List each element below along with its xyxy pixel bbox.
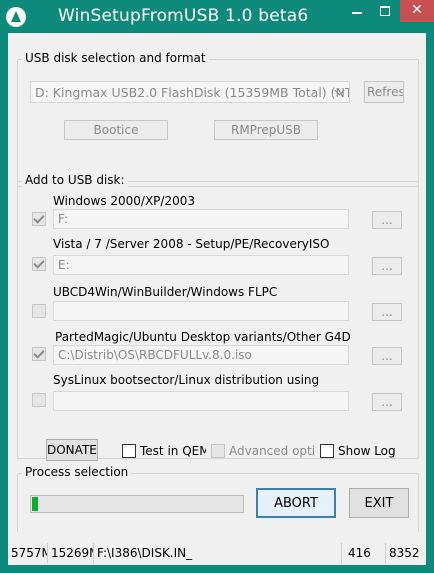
window-title: WinSetupFromUSB 1.0 beta6 [58,6,309,26]
item-vista-browse-button[interactable]: ... [372,257,402,275]
test-qemu-label: Test in QEMU [140,444,206,458]
item-windows-xp-browse-button[interactable]: ... [372,211,402,229]
item-windows-xp-label: Windows 2000/XP/2003 [53,194,196,208]
status-current-file: F:\I386\DISK.IN_ [94,543,342,563]
show-log-label: Show Log [338,444,396,458]
status-free-space: 5757M [8,543,48,563]
status-file-count: 416 [342,543,386,563]
progress-bar [30,495,244,513]
rmprepusb-button[interactable]: RMPrepUSB [214,120,318,140]
item-ubcd4win-checkbox[interactable] [32,304,46,318]
main-panel: USB disk selection and format D: Kingmax… [8,33,426,565]
item-windows-xp-checkbox[interactable] [32,212,46,226]
item-vista-label: Vista / 7 /Server 2008 - Setup/PE/Recove… [53,237,330,251]
status-bar: 5757M 15269M F:\I386\DISK.IN_ 416 8352 [8,541,426,565]
item-syslinux-browse-button[interactable]: ... [372,393,402,411]
close-button[interactable]: ✕ [400,0,434,22]
item-syslinux-label: SysLinux bootsector/Linux distribution u… [53,373,320,387]
usb-disk-group-label: USB disk selection and format [22,51,209,65]
bootice-button[interactable]: Bootice [64,120,168,140]
status-total-count: 8352 [389,546,420,560]
add-to-usb-group-label: Add to USB disk: [22,173,128,187]
show-log-checkbox[interactable] [320,444,334,458]
usb-disk-value: D: Kingmax USB2.0 FlashDisk (15359MB Tot… [35,85,350,100]
refresh-button[interactable]: Refresh [364,81,404,103]
item-partedmagic-browse-button[interactable]: ... [372,347,402,365]
status-total-space: 15269M [48,543,94,563]
test-qemu-checkbox[interactable] [122,444,136,458]
advanced-options-checkbox[interactable] [211,444,225,458]
item-ubcd4win-browse-button[interactable]: ... [372,303,402,321]
item-ubcd4win-label: UBCD4Win/WinBuilder/Windows FLPC [53,285,278,299]
process-group-label: Process selection [22,465,132,479]
item-partedmagic-checkbox[interactable] [32,347,46,361]
item-ubcd4win-path[interactable] [53,301,349,321]
minimize-button[interactable] [344,0,370,22]
abort-button[interactable]: ABORT [256,488,336,518]
title-bar[interactable]: WinSetupFromUSB 1.0 beta6 ✕ [0,0,434,33]
item-partedmagic-label: PartedMagic/Ubuntu Desktop variants/Othe… [55,330,351,344]
item-syslinux-path[interactable] [53,391,349,411]
item-vista-checkbox[interactable] [32,257,46,271]
donate-button[interactable]: DONATE [46,439,98,461]
maximize-button[interactable] [372,0,398,22]
item-windows-xp-path[interactable]: F: [53,209,349,229]
app-logo-icon [6,7,26,27]
item-syslinux-checkbox[interactable] [32,393,46,407]
progress-bar-fill [32,497,39,511]
exit-button[interactable]: EXIT [349,488,409,518]
advanced-options-label: Advanced options [229,444,315,458]
item-partedmagic-path[interactable]: C:\Distrib\OS\RBCDFULLv.8.0.iso [53,345,349,365]
item-vista-path[interactable]: E: [53,255,349,275]
usb-disk-dropdown[interactable]: D: Kingmax USB2.0 FlashDisk (15359MB Tot… [30,81,350,103]
